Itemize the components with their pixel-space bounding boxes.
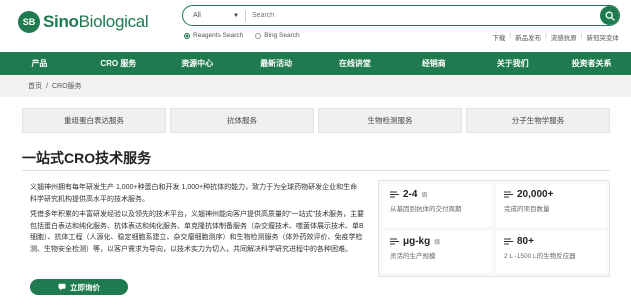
logo-text-rest: Biological bbox=[78, 12, 149, 31]
radio-reagents-search[interactable]: Reagents Search bbox=[184, 32, 243, 39]
breadcrumb: 首页 / CRO服务 bbox=[0, 75, 631, 97]
stat-unit: 级 bbox=[434, 239, 441, 246]
stat-value: 20,000+ bbox=[517, 189, 554, 200]
tab-protein-expression[interactable]: 重组蛋白表达服务 bbox=[22, 108, 166, 133]
search-input[interactable] bbox=[246, 12, 600, 19]
stat-value: 2-4 bbox=[403, 189, 418, 200]
nav-item-about[interactable]: 关于我们 bbox=[473, 52, 552, 75]
divider: | bbox=[509, 32, 512, 39]
stat-card: 80+ 2 L -1500 L的生物反应器 bbox=[496, 230, 606, 273]
radio-unselected-icon bbox=[255, 32, 262, 39]
intro-text: 义翘神州拥有每年研发生产 1,000+种蛋白和开发 1,000+种抗体的能力，致… bbox=[30, 182, 364, 255]
stat-description: 2 L -1500 L的生物反应器 bbox=[504, 252, 576, 260]
service-tabs: 重组蛋白表达服务 抗体服务 生物检测服务 分子生物学服务 bbox=[22, 108, 610, 133]
stat-description: 完成的项目数量 bbox=[504, 206, 550, 213]
breadcrumb-separator: / bbox=[46, 82, 48, 90]
radio-label: Bing Search bbox=[264, 32, 300, 39]
stat-unit: 周 bbox=[421, 193, 428, 199]
chevron-down-icon: ▼ bbox=[233, 12, 239, 19]
brand-logo[interactable]: SB SinoBiological bbox=[18, 11, 149, 33]
stat-card: 2-4 周 从基因到抗体的交付周期 bbox=[382, 184, 492, 227]
logo-text-bold: Sino bbox=[43, 12, 79, 31]
stat-description: 从基因到抗体的交付周期 bbox=[390, 206, 462, 213]
search-engine-options: Reagents Search Bing Search bbox=[184, 32, 300, 39]
tab-bioassay-services[interactable]: 生物检测服务 bbox=[318, 108, 462, 133]
nav-item-resources[interactable]: 资源中心 bbox=[158, 52, 237, 75]
inquire-button-label: 立即询价 bbox=[70, 282, 100, 292]
logo-mark: SB bbox=[18, 11, 40, 33]
stat-card: 20,000+ 完成的项目数量 bbox=[496, 184, 606, 227]
search-scope-value: All bbox=[193, 12, 201, 19]
inquire-button[interactable]: 立即询价 bbox=[30, 279, 128, 295]
intro-paragraph-2: 凭借多年积累的丰富研发经验以及领先的技术平台，义翘神州能向客户提供高质量的"一站… bbox=[30, 211, 364, 253]
tab-antibody-services[interactable]: 抗体服务 bbox=[170, 108, 314, 133]
logo-text: SinoBiological bbox=[43, 12, 149, 32]
top-links: 下载 | 新品发布 | 流感抗原 | 新冠突变体 bbox=[492, 32, 619, 42]
radio-selected-icon bbox=[184, 32, 190, 39]
list-icon bbox=[390, 191, 399, 198]
intro-paragraph-1: 义翘神州拥有每年研发生产 1,000+种蛋白和开发 1,000+种抗体的能力，致… bbox=[30, 184, 358, 203]
divider: | bbox=[580, 32, 583, 39]
main-nav: 产品 CRO 服务 资源中心 最新活动 在线讲堂 经销商 关于我们 投资者关系 bbox=[0, 52, 631, 75]
list-icon bbox=[390, 238, 399, 244]
nav-item-distributors[interactable]: 经销商 bbox=[394, 52, 473, 75]
title-divider bbox=[22, 170, 610, 171]
search-scope-select[interactable]: All ▼ bbox=[183, 6, 245, 25]
top-link-covid-variants[interactable]: 新冠突变体 bbox=[587, 32, 620, 42]
stat-value: μg-kg bbox=[403, 235, 431, 247]
breadcrumb-current: CRO服务 bbox=[51, 83, 82, 90]
tab-molecular-biology[interactable]: 分子生物学服务 bbox=[466, 108, 610, 133]
top-link-new-products[interactable]: 新品发布 bbox=[515, 32, 541, 42]
breadcrumb-home[interactable]: 首页 bbox=[28, 81, 42, 91]
nav-item-cro-services[interactable]: CRO 服务 bbox=[79, 52, 158, 75]
stat-description: 灵活的生产规模 bbox=[390, 252, 436, 260]
search-button[interactable] bbox=[600, 6, 619, 25]
nav-item-events[interactable]: 最新活动 bbox=[237, 52, 316, 75]
nav-item-products[interactable]: 产品 bbox=[0, 52, 79, 75]
list-icon bbox=[504, 191, 513, 198]
search-bar: All ▼ bbox=[182, 5, 620, 26]
stat-value: 80+ bbox=[517, 235, 534, 247]
radio-label: Reagents Search bbox=[193, 32, 244, 39]
search-icon bbox=[605, 11, 615, 21]
list-icon bbox=[504, 238, 513, 244]
divider: | bbox=[545, 32, 547, 39]
chat-icon bbox=[58, 283, 66, 291]
page-title: 一站式CRO技术服务 bbox=[22, 150, 152, 166]
stats-panel: 2-4 周 从基因到抗体的交付周期 20,000+ 完成的项目数量 μg-kg … bbox=[378, 180, 610, 277]
nav-item-webinars[interactable]: 在线讲堂 bbox=[316, 52, 395, 75]
radio-bing-search[interactable]: Bing Search bbox=[255, 32, 300, 39]
top-link-download[interactable]: 下载 bbox=[492, 32, 505, 42]
nav-item-investors[interactable]: 投资者关系 bbox=[552, 52, 631, 75]
stat-card: μg-kg 级 灵活的生产规模 bbox=[382, 230, 492, 273]
top-link-flu-antigen[interactable]: 流感抗原 bbox=[551, 32, 577, 42]
